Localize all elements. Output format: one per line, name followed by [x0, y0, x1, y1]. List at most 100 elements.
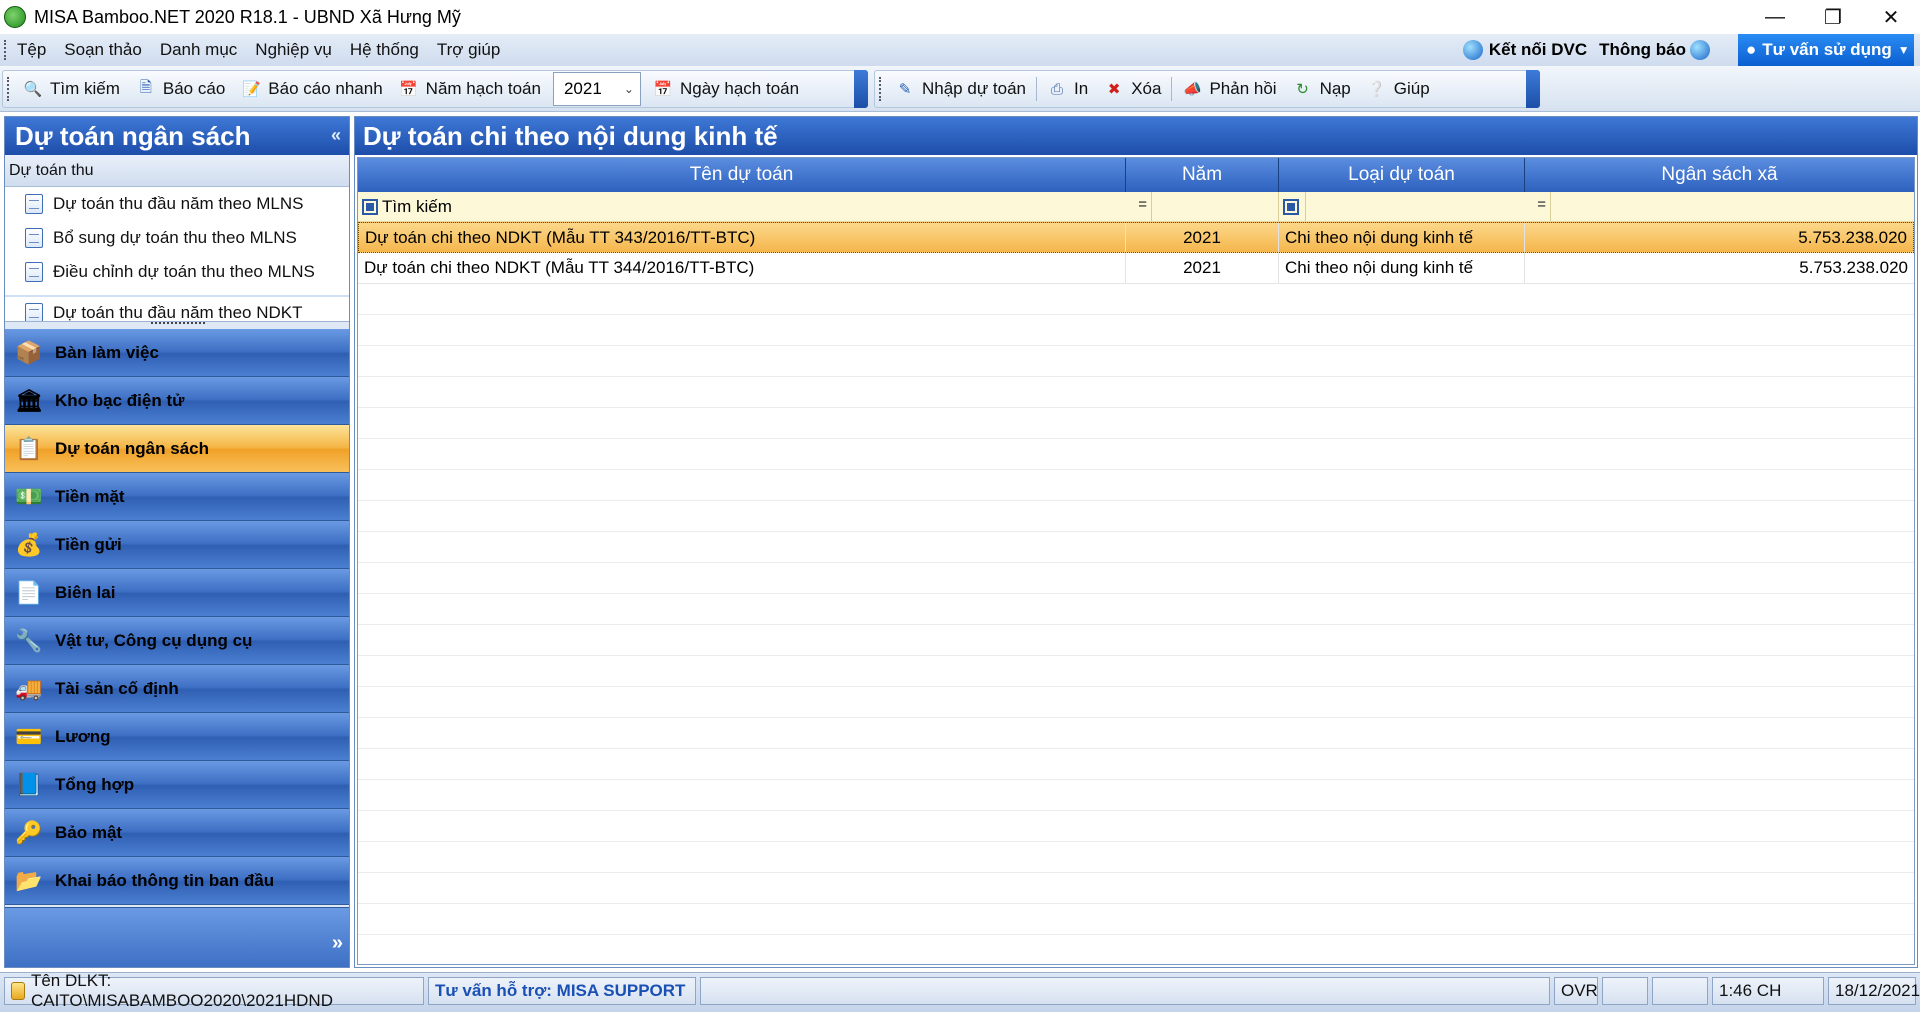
panel-splitter[interactable]: [5, 321, 349, 329]
nav-initial-setup[interactable]: 📂 Khai báo thông tin ban đầu: [5, 857, 349, 905]
status-database-label: Tên DLKT: CAITO\MISABAMBOO2020\2021HDND: [30, 971, 333, 1010]
nav-cash[interactable]: 💵 Tiền mặt: [5, 473, 349, 521]
column-header-year[interactable]: Năm: [1126, 158, 1279, 192]
sidebar-task[interactable]: Điều chỉnh dự toán thu theo MLNS: [5, 255, 349, 289]
toolbar-overflow-button-2[interactable]: [1526, 70, 1540, 108]
nav-budget[interactable]: 📋 Dự toán ngân sách: [5, 425, 349, 473]
nav-label: Tiền gửi: [55, 534, 122, 554]
document-icon: [25, 194, 43, 214]
filter-type[interactable]: =: [1306, 192, 1551, 221]
column-header-type[interactable]: Loại dự toán: [1279, 158, 1525, 192]
menu-edit[interactable]: Soạn thảo: [55, 40, 151, 60]
column-header-name[interactable]: Tên dự toán: [358, 158, 1126, 192]
empty-row: [358, 811, 1914, 842]
empty-row: [358, 780, 1914, 811]
report-icon: 🗎: [139, 78, 152, 96]
nav-deposit[interactable]: 💰 Tiền gửi: [5, 521, 349, 569]
nav-materials[interactable]: 🔧 Vật tư, Công cụ dụng cụ: [5, 617, 349, 665]
connect-dvc-link[interactable]: Kết nối DVC: [1489, 40, 1587, 60]
posting-date-button[interactable]: 📅 Ngày hạch toán: [645, 70, 807, 108]
delete-button[interactable]: ✖ Xóa: [1096, 70, 1169, 108]
fiscal-year-select[interactable]: 2021 ⌄: [552, 72, 641, 106]
toolbar-grip[interactable]: [7, 77, 11, 101]
toolbar-group-actions: ✎ Nhập dự toán ⎙ In ✖ Xóa 📣 Phản hồi ↻ N…: [874, 70, 1540, 108]
reload-button[interactable]: ↻ Nạp: [1285, 70, 1359, 108]
menu-file[interactable]: Tệp: [8, 40, 55, 60]
sidebar-task-label: Điều chỉnh dự toán thu theo MLNS: [53, 262, 315, 281]
sidebar-task[interactable]: Bổ sung dự toán thu theo MLNS: [5, 221, 349, 255]
status-support-link[interactable]: Tư vấn hỗ trợ: MISA SUPPORT: [428, 977, 696, 1005]
menu-system[interactable]: Hệ thống: [341, 40, 428, 60]
sidebar-task[interactable]: Dự toán thu đầu năm theo MLNS: [5, 187, 349, 221]
status-bar: Tên DLKT: CAITO\MISABAMBOO2020\2021HDND …: [0, 971, 1920, 1012]
sidebar-nav: 📦 Bàn làm việc 🏛 Kho bạc điện tử 📋 Dự toán …: [5, 329, 349, 905]
minimize-button[interactable]: —: [1746, 0, 1804, 34]
document-icon: [25, 303, 43, 323]
reload-icon: ↻: [1296, 81, 1309, 98]
nav-label: Lương: [55, 726, 111, 746]
empty-row: [358, 501, 1914, 532]
nav-salary[interactable]: 💳 Lương: [5, 713, 349, 761]
more-options-icon[interactable]: »: [332, 932, 343, 955]
reload-label: Nạp: [1319, 79, 1351, 98]
filter-name[interactable]: Tìm kiếm =: [358, 192, 1152, 221]
cell-name: Dự toán chi theo NDKT (Mẫu TT 343/2016/T…: [359, 223, 1126, 252]
report-button[interactable]: 🗎 Báo cáo: [128, 70, 233, 108]
filter-condition-icon[interactable]: [1283, 198, 1299, 215]
search-button[interactable]: 🔍 Tìm kiếm: [15, 70, 128, 108]
quick-report-button[interactable]: 📝 Báo cáo nhanh: [233, 70, 390, 108]
posting-date-label: Ngày hạch toán: [679, 79, 800, 98]
equals-icon[interactable]: =: [1138, 196, 1147, 213]
toolbar-grip-2[interactable]: [879, 77, 883, 101]
collapse-icon[interactable]: «: [331, 125, 341, 146]
status-database: Tên DLKT: CAITO\MISABAMBOO2020\2021HDND: [4, 971, 424, 1010]
summary-icon: 📘: [15, 771, 43, 797]
column-header-commune-budget[interactable]: Ngân sách xã: [1525, 158, 1914, 192]
status-ovr: OVR: [1554, 977, 1598, 1005]
nav-receipt[interactable]: 📄 Biên lai: [5, 569, 349, 617]
cell-name: Dự toán chi theo NDKT (Mẫu TT 344/2016/T…: [358, 253, 1126, 283]
advise-button[interactable]: ● Tư vấn sử dụng ▼: [1738, 34, 1914, 66]
close-button[interactable]: ✕: [1862, 0, 1920, 34]
toolbar-overflow-button[interactable]: [854, 70, 868, 108]
empty-row: [358, 532, 1914, 563]
document-icon: [25, 262, 43, 282]
cell-year: 2021: [1126, 253, 1279, 283]
receipt-icon: 📄: [15, 579, 43, 605]
toolbar-separator: [1036, 77, 1038, 101]
nav-desk[interactable]: 📦 Bàn làm việc: [5, 329, 349, 377]
chevron-down-icon: ⌄: [623, 82, 634, 96]
print-button[interactable]: ⎙ In: [1039, 70, 1096, 108]
nav-e-treasury[interactable]: 🏛 Kho bạc điện tử: [5, 377, 349, 425]
salary-icon: 💳: [15, 723, 43, 749]
nav-label: Tiền mặt: [55, 486, 125, 506]
empty-row: [358, 656, 1914, 687]
nav-fixed-assets[interactable]: 🚚 Tài sản cố định: [5, 665, 349, 713]
filter-type-condition[interactable]: [1279, 192, 1306, 221]
filter-condition-icon[interactable]: [362, 198, 378, 215]
status-date: 18/12/2021: [1828, 977, 1920, 1005]
help-button[interactable]: ❔ Giúp: [1359, 70, 1438, 108]
table-row[interactable]: Dự toán chi theo NDKT (Mẫu TT 344/2016/T…: [358, 253, 1914, 284]
filter-commune-budget[interactable]: [1551, 192, 1914, 221]
nav-summary[interactable]: 📘 Tổng hợp: [5, 761, 349, 809]
sidebar-header: Dự toán ngân sách «: [5, 117, 349, 155]
menu-catalog[interactable]: Danh mục: [151, 40, 246, 60]
database-icon: [11, 982, 25, 1000]
nav-security[interactable]: 🔑 Bảo mật: [5, 809, 349, 857]
equals-icon[interactable]: =: [1537, 196, 1546, 213]
notifications-link[interactable]: Thông báo: [1599, 40, 1686, 60]
chat-icon: ●: [1746, 40, 1757, 59]
menu-help[interactable]: Trợ giúp: [428, 40, 509, 60]
nav-label: Biên lai: [55, 582, 116, 602]
toolbar: 🔍 Tìm kiếm 🗎 Báo cáo 📝 Báo cáo nhanh 📅 N…: [0, 66, 1920, 112]
assets-icon: 🚚: [15, 675, 43, 701]
enter-budget-button[interactable]: ✎ Nhập dự toán: [887, 70, 1034, 108]
feedback-button[interactable]: 📣 Phản hồi: [1174, 70, 1284, 108]
document-icon: [25, 228, 43, 248]
restore-button[interactable]: ❐: [1804, 0, 1862, 34]
sidebar-section-header[interactable]: Dự toán thu: [5, 155, 349, 187]
filter-year[interactable]: [1152, 192, 1279, 221]
table-row[interactable]: Dự toán chi theo NDKT (Mẫu TT 343/2016/T…: [358, 222, 1914, 253]
menu-operations[interactable]: Nghiệp vụ: [246, 40, 341, 60]
